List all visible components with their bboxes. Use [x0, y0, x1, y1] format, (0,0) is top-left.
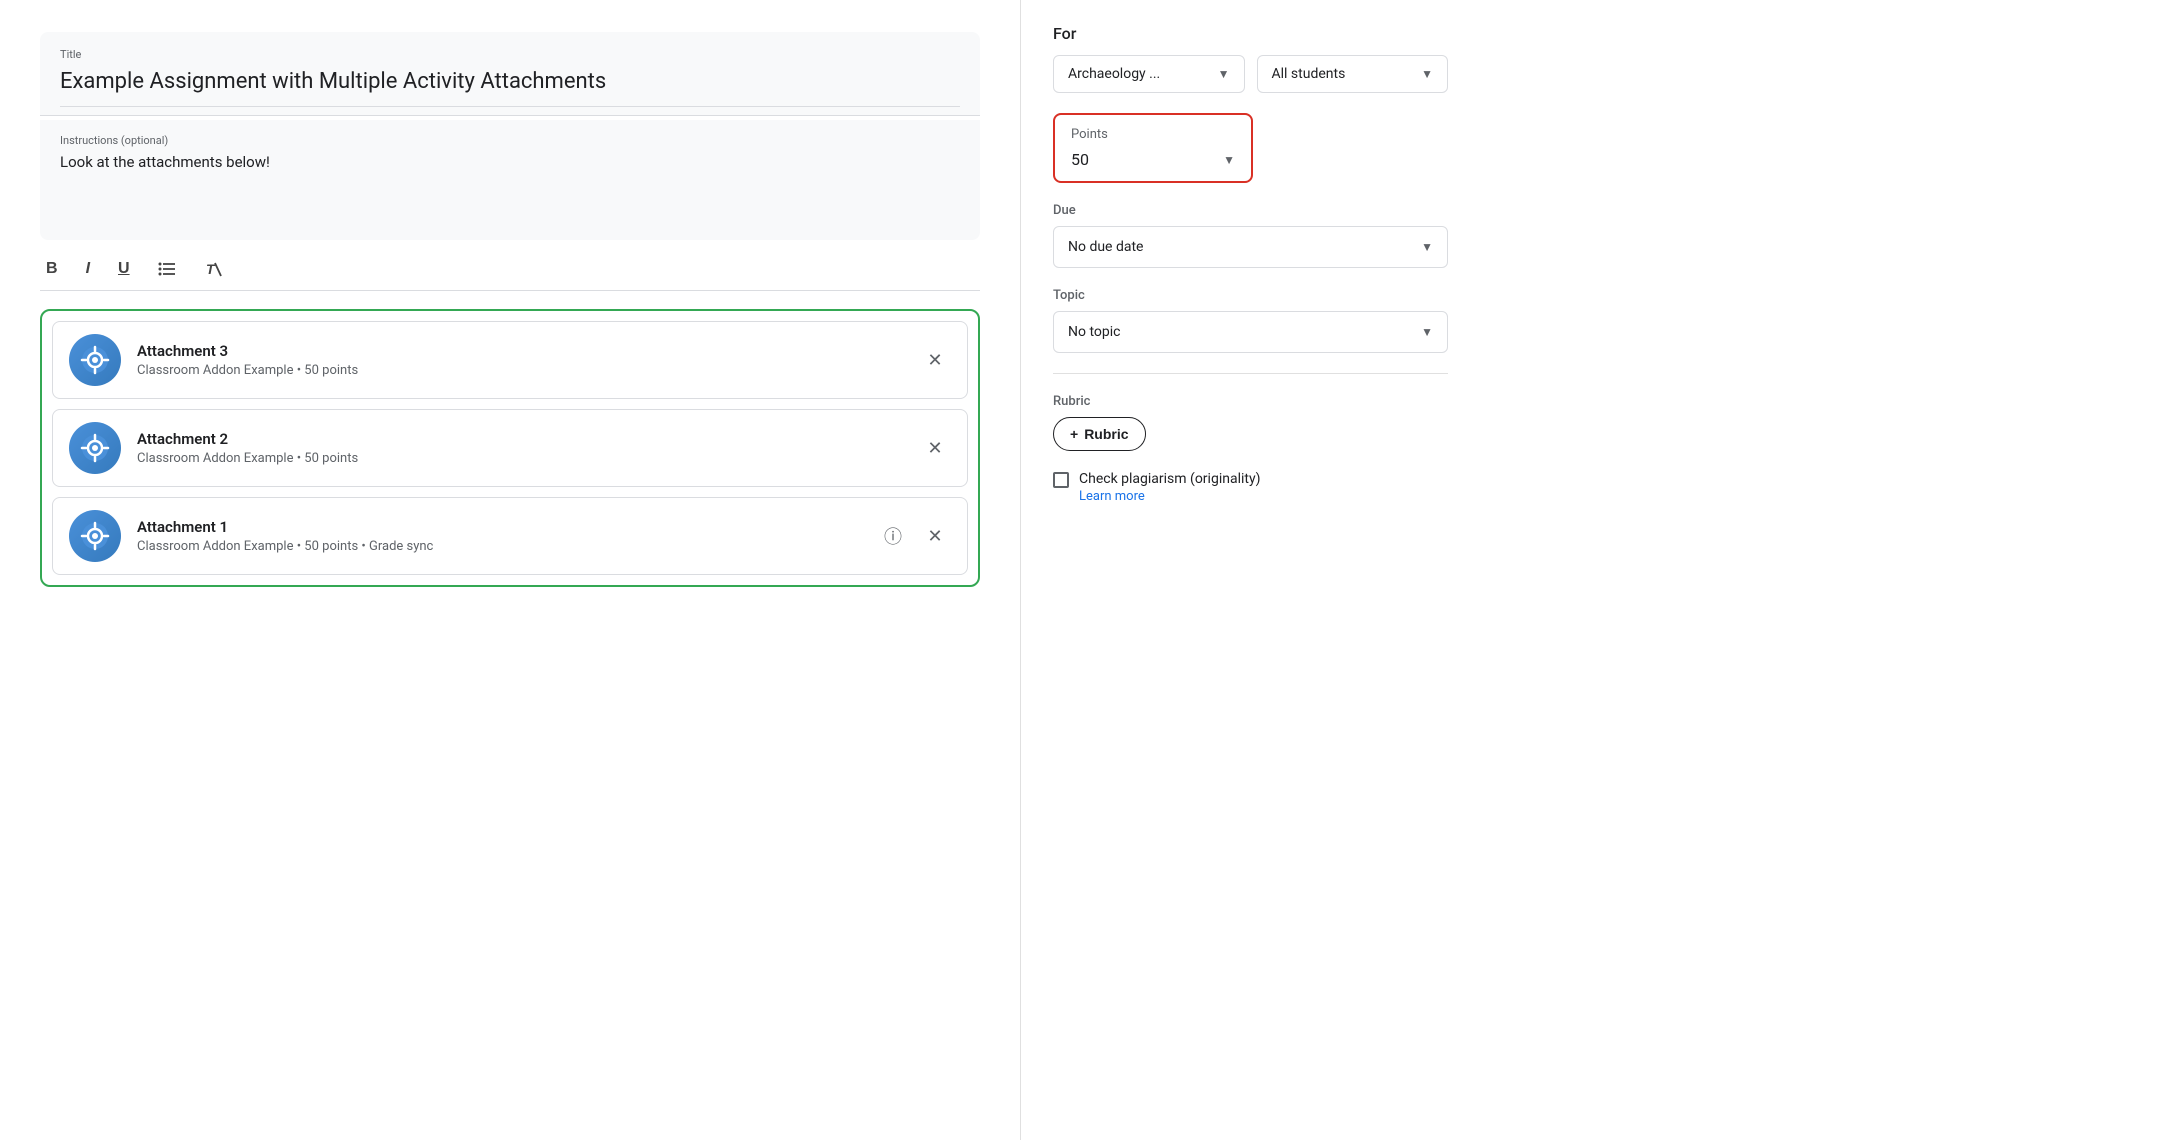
plagiarism-label: Check plagiarism (originality)	[1079, 471, 1260, 487]
bold-button[interactable]: B	[40, 256, 64, 282]
attachment-card-2: Attachment 2 Classroom Addon Example • 5…	[52, 409, 968, 487]
plagiarism-checkbox[interactable]	[1053, 472, 1069, 488]
points-label: Points	[1071, 127, 1235, 142]
for-dropdowns: Archaeology ... ▼ All students ▼	[1053, 55, 1448, 93]
for-section: For Archaeology ... ▼ All students ▼	[1053, 24, 1448, 93]
side-panel: For Archaeology ... ▼ All students ▼ Poi…	[1020, 0, 1480, 1140]
attachment-card-1: Attachment 1 Classroom Addon Example • 5…	[52, 497, 968, 575]
attachment-2-close-button[interactable]: ✕	[919, 432, 951, 464]
close-icon: ✕	[927, 526, 942, 547]
clear-format-icon: T	[204, 260, 222, 278]
attachment-card-3: Attachment 3 Classroom Addon Example • 5…	[52, 321, 968, 399]
instructions-section: Instructions (optional) Look at the atta…	[40, 120, 980, 240]
title-underline	[60, 106, 960, 107]
attachment-1-close-button[interactable]: ✕	[919, 520, 951, 552]
learn-more-link[interactable]: Learn more	[1079, 489, 1260, 504]
attachment-2-name: Attachment 2	[137, 430, 903, 448]
due-value: No due date	[1068, 239, 1143, 255]
due-section: Due No due date ▼	[1053, 203, 1448, 268]
topic-dropdown[interactable]: No topic ▼	[1053, 311, 1448, 353]
italic-button[interactable]: I	[80, 256, 96, 282]
main-panel: Title Example Assignment with Multiple A…	[0, 0, 1020, 1140]
addon-icon	[80, 345, 110, 375]
attachment-info-1: Attachment 1 Classroom Addon Example • 5…	[137, 518, 861, 554]
close-icon: ✕	[927, 350, 942, 371]
class-value: Archaeology ...	[1068, 66, 1160, 82]
due-dropdown[interactable]: No due date ▼	[1053, 226, 1448, 268]
points-dropdown[interactable]: 50 ▼	[1071, 150, 1235, 169]
points-box: Points 50 ▼	[1053, 113, 1253, 183]
addon-icon	[80, 433, 110, 463]
students-dropdown[interactable]: All students ▼	[1257, 55, 1449, 93]
students-dropdown-arrow: ▼	[1421, 67, 1433, 81]
plagiarism-section: Check plagiarism (originality) Learn mor…	[1053, 471, 1448, 504]
topic-label: Topic	[1053, 288, 1448, 303]
rubric-plus-icon: +	[1070, 426, 1078, 442]
attachment-icon-1	[69, 510, 121, 562]
instructions-label: Instructions (optional)	[60, 134, 960, 147]
attachment-info-2: Attachment 2 Classroom Addon Example • 5…	[137, 430, 903, 466]
title-value[interactable]: Example Assignment with Multiple Activit…	[60, 65, 960, 102]
title-label: Title	[60, 48, 960, 61]
attachment-icon-2	[69, 422, 121, 474]
close-icon: ✕	[927, 438, 942, 459]
attachment-2-meta: Classroom Addon Example • 50 points	[137, 451, 903, 466]
clear-format-button[interactable]: T	[198, 256, 228, 282]
attachment-1-name: Attachment 1	[137, 518, 861, 536]
rubric-section: Rubric + Rubric	[1053, 394, 1448, 451]
topic-section: Topic No topic ▼	[1053, 288, 1448, 374]
attachment-1-info-button[interactable]: ⓘ	[877, 520, 909, 552]
topic-dropdown-arrow: ▼	[1421, 325, 1433, 339]
attachment-1-meta: Classroom Addon Example • 50 points • Gr…	[137, 539, 861, 554]
title-section: Title Example Assignment with Multiple A…	[40, 32, 980, 116]
rubric-section-label: Rubric	[1053, 394, 1448, 409]
attachment-1-actions: ⓘ ✕	[877, 520, 951, 552]
attachment-2-actions: ✕	[919, 432, 951, 464]
rubric-button[interactable]: + Rubric	[1053, 417, 1146, 451]
underline-button[interactable]: U	[112, 256, 136, 282]
attachments-container: Attachment 3 Classroom Addon Example • 5…	[40, 309, 980, 587]
points-value: 50	[1071, 150, 1089, 169]
class-dropdown[interactable]: Archaeology ... ▼	[1053, 55, 1245, 93]
attachment-3-close-button[interactable]: ✕	[919, 344, 951, 376]
rubric-button-label: Rubric	[1084, 426, 1128, 442]
attachment-3-meta: Classroom Addon Example • 50 points	[137, 363, 903, 378]
formatting-toolbar: B I U T	[40, 240, 980, 291]
instructions-value[interactable]: Look at the attachments below!	[60, 153, 960, 171]
students-value: All students	[1272, 66, 1346, 82]
for-label: For	[1053, 24, 1448, 43]
points-section: Points 50 ▼	[1053, 113, 1448, 183]
attachment-info-3: Attachment 3 Classroom Addon Example • 5…	[137, 342, 903, 378]
topic-value: No topic	[1068, 324, 1120, 340]
due-label: Due	[1053, 203, 1448, 218]
addon-icon	[80, 521, 110, 551]
class-dropdown-arrow: ▼	[1218, 67, 1230, 81]
attachment-3-name: Attachment 3	[137, 342, 903, 360]
info-icon: ⓘ	[884, 523, 902, 549]
list-button[interactable]	[152, 258, 182, 280]
plagiarism-text-group: Check plagiarism (originality) Learn mor…	[1079, 471, 1260, 504]
points-dropdown-arrow: ▼	[1223, 153, 1235, 167]
attachment-3-actions: ✕	[919, 344, 951, 376]
due-dropdown-arrow: ▼	[1421, 240, 1433, 254]
attachment-icon-3	[69, 334, 121, 386]
list-icon	[158, 262, 176, 276]
